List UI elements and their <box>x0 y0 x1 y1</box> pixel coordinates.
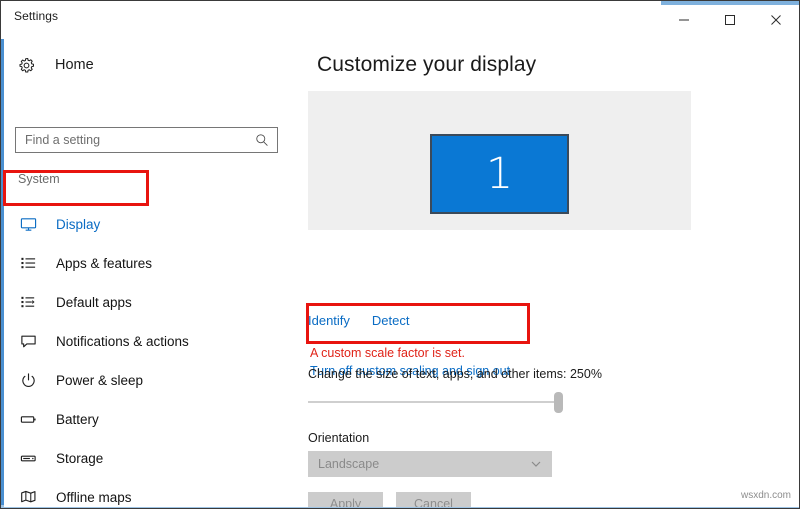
sidebar: Home Find a setting System Display Apps … <box>4 39 301 507</box>
identify-link[interactable]: Identify <box>308 313 350 328</box>
search-icon[interactable] <box>255 133 269 147</box>
sidebar-item-default-apps[interactable]: Default apps <box>4 283 301 322</box>
sidebar-section-label: System <box>18 172 60 186</box>
detect-link[interactable]: Detect <box>372 313 410 328</box>
storage-icon <box>20 450 42 467</box>
sidebar-item-label: Display <box>56 217 101 232</box>
scale-slider-thumb[interactable] <box>554 392 563 413</box>
form-button-row: Apply Cancel <box>308 492 471 507</box>
cancel-button[interactable]: Cancel <box>396 492 471 507</box>
title-bar: Settings <box>1 1 799 39</box>
maximize-button[interactable] <box>707 1 753 39</box>
main-content: Customize your display 1 Identify Detect… <box>301 39 799 507</box>
preview-action-links: Identify Detect <box>308 313 410 328</box>
orientation-label: Orientation <box>308 431 370 445</box>
scale-slider-track[interactable] <box>308 401 560 403</box>
scale-slider[interactable] <box>308 389 568 415</box>
orientation-selected-value: Landscape <box>318 457 380 471</box>
sidebar-nav-list: Display Apps & features Default apps Not… <box>4 205 301 508</box>
scale-slider-label: Change the size of text, apps, and other… <box>308 367 602 381</box>
sidebar-item-label: Battery <box>56 412 99 427</box>
sidebar-item-label: Offline maps <box>56 490 132 505</box>
sidebar-item-label: Storage <box>56 451 104 466</box>
sidebar-item-home[interactable]: Home <box>18 51 94 79</box>
display-preview-panel: 1 <box>308 91 691 230</box>
watermark: wsxdn.com <box>740 490 791 501</box>
sidebar-item-label: Power & sleep <box>56 373 144 388</box>
sidebar-item-label: Default apps <box>56 295 132 310</box>
sidebar-item-label: Apps & features <box>56 256 153 271</box>
custom-scaling-warning-message: A custom scale factor is set. <box>310 346 465 360</box>
sidebar-item-battery[interactable]: Battery <box>4 400 301 439</box>
page-title: Customize your display <box>317 53 537 76</box>
orientation-dropdown[interactable]: Landscape <box>308 451 552 477</box>
monitor-number-label: 1 <box>485 148 514 199</box>
settings-window: Settings Home Find a setting System Disp… <box>0 0 800 509</box>
speech-bubble-icon <box>20 333 42 350</box>
close-button[interactable] <box>753 1 799 39</box>
list-icon <box>20 255 42 272</box>
search-placeholder: Find a setting <box>25 133 101 147</box>
window-controls <box>661 1 799 39</box>
monitor-icon <box>20 216 42 233</box>
sidebar-item-power-sleep[interactable]: Power & sleep <box>4 361 301 400</box>
battery-icon <box>20 411 42 428</box>
sidebar-item-label: Notifications & actions <box>56 334 189 349</box>
monitor-preview-1[interactable]: 1 <box>430 134 569 214</box>
minimize-button[interactable] <box>661 1 707 39</box>
map-icon <box>20 489 42 506</box>
default-apps-icon <box>20 294 42 311</box>
sidebar-item-storage[interactable]: Storage <box>4 439 301 478</box>
apply-button[interactable]: Apply <box>308 492 383 507</box>
sidebar-home-label: Home <box>55 57 94 73</box>
sidebar-item-offline-maps[interactable]: Offline maps <box>4 478 301 508</box>
sidebar-item-display[interactable]: Display <box>4 205 301 244</box>
power-icon <box>20 372 42 389</box>
gear-icon <box>18 57 42 74</box>
chevron-down-icon <box>530 458 542 470</box>
search-input[interactable]: Find a setting <box>15 127 278 153</box>
sidebar-item-notifications-actions[interactable]: Notifications & actions <box>4 322 301 361</box>
window-title: Settings <box>14 9 59 23</box>
sidebar-item-apps-features[interactable]: Apps & features <box>4 244 301 283</box>
